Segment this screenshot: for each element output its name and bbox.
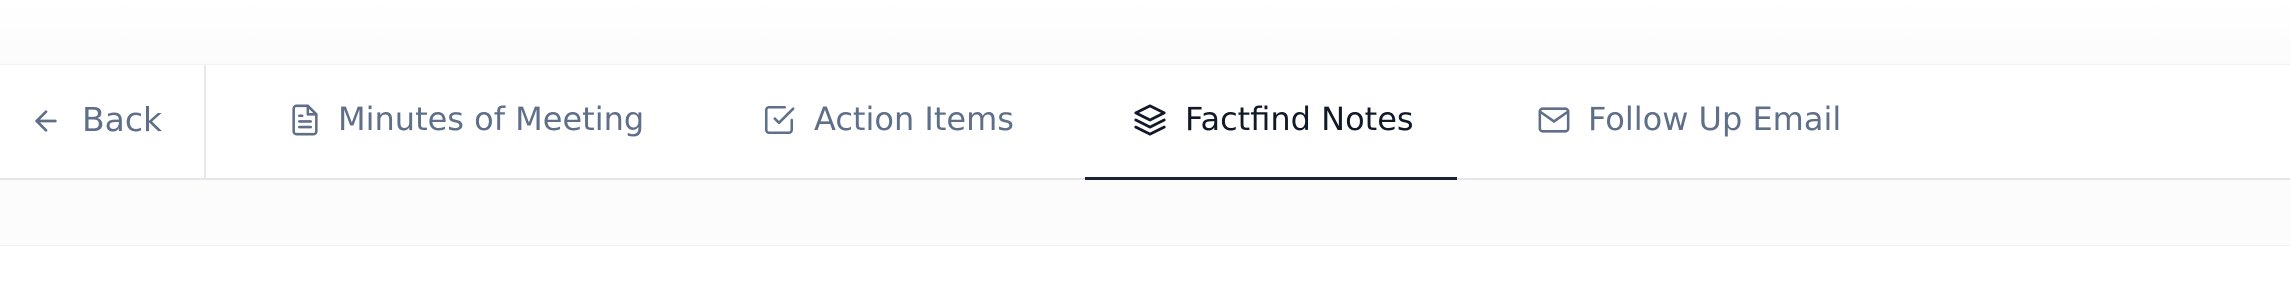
checkbox-icon [762, 103, 796, 137]
tab-bar: Back Minutes of Meeting Action Items Fac… [0, 64, 2290, 181]
layers-icon [1133, 103, 1167, 137]
tab-label: Follow Up Email [1588, 100, 1842, 138]
tab-label: Minutes of Meeting [338, 100, 645, 138]
arrow-left-icon [30, 105, 62, 137]
tab-follow-up-email[interactable]: Follow Up Email [1535, 65, 1865, 179]
tab-factfind-notes[interactable]: Factfind Notes [1085, 65, 1457, 181]
mail-icon [1537, 103, 1571, 137]
top-band [0, 0, 2290, 64]
content-header-band [0, 180, 2290, 246]
tab-minutes-of-meeting[interactable]: Minutes of Meeting [280, 65, 670, 179]
tab-label: Factfind Notes [1185, 100, 1414, 138]
document-icon [288, 103, 322, 137]
back-label: Back [82, 100, 163, 139]
tab-label: Action Items [814, 100, 1014, 138]
tab-action-items[interactable]: Action Items [756, 65, 1036, 179]
back-button[interactable]: Back [0, 65, 206, 179]
